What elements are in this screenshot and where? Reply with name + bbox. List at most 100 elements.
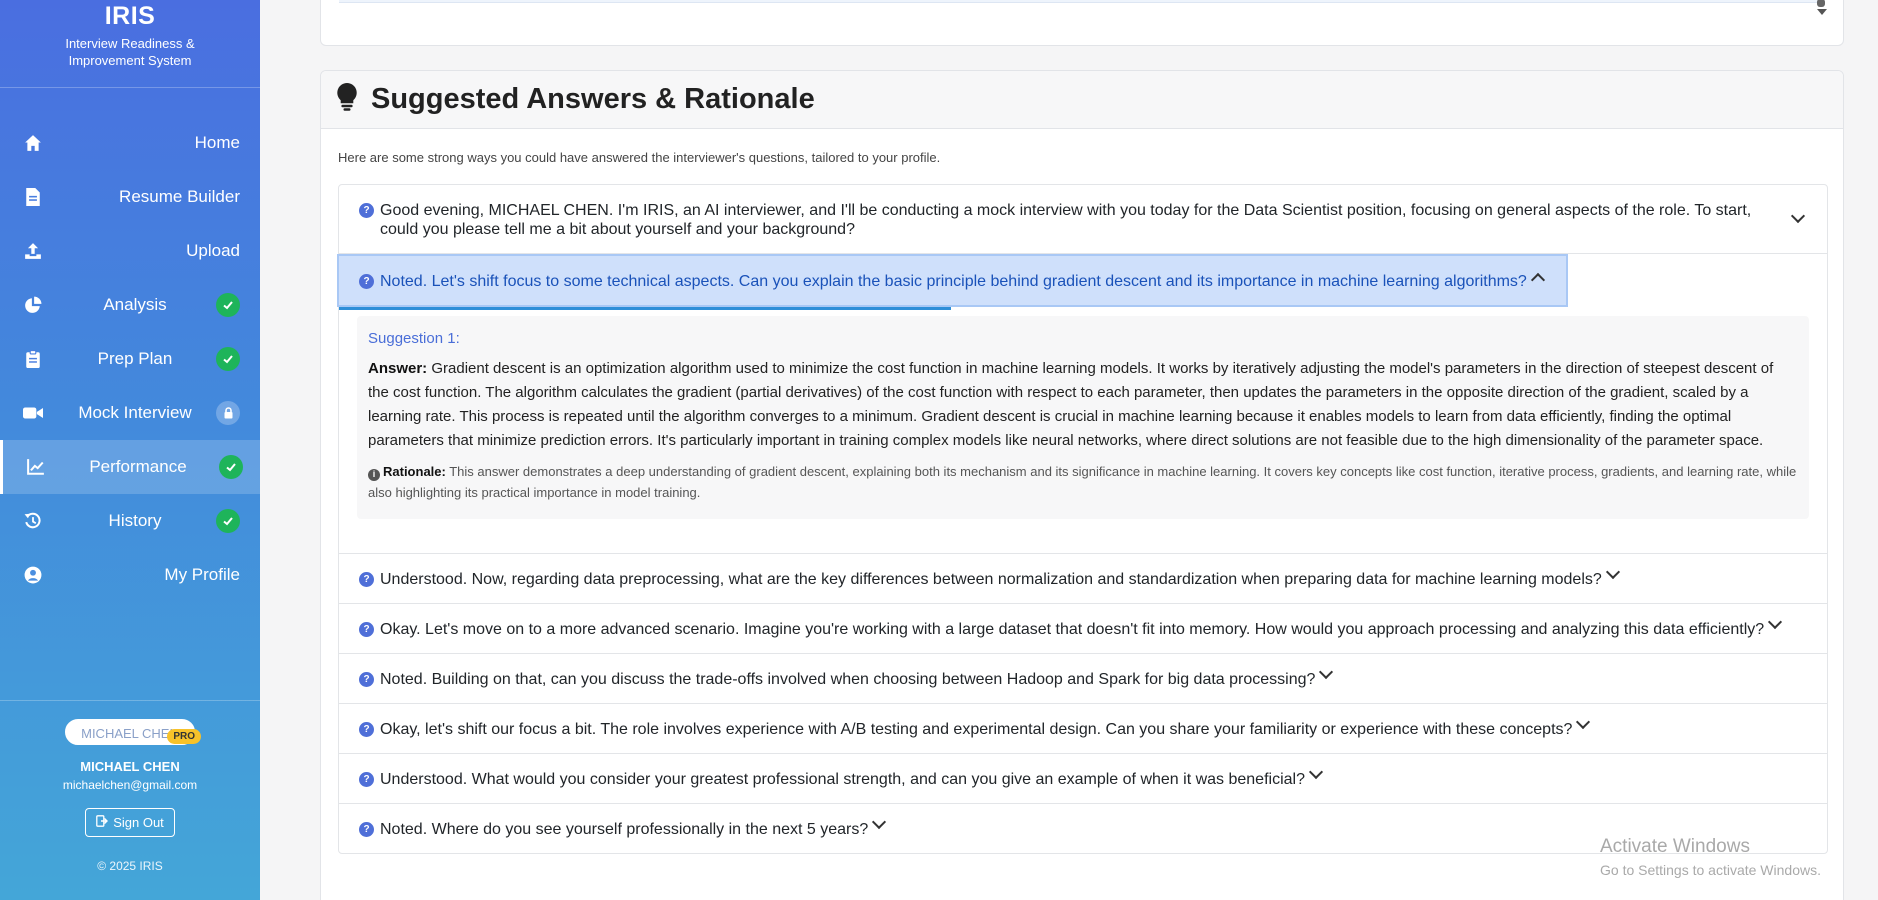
question-text: Good evening, MICHAEL CHEN. I'm IRIS, an… (380, 202, 1752, 238)
suggestion-title: Suggestion 1: (368, 330, 460, 347)
chevron-down-icon[interactable] (1308, 764, 1324, 780)
sidebar-item-home[interactable]: Home (0, 116, 260, 170)
accordion-item[interactable]: ? Noted. Building on that, can you discu… (339, 654, 1827, 704)
user-name: MICHAEL CHEN (80, 759, 180, 774)
question-text: Okay, let's shift our focus a bit. The r… (380, 721, 1573, 738)
accordion-item[interactable]: ? Understood. What would you consider yo… (339, 754, 1827, 804)
windows-activation-watermark: Activate Windows Go to Settings to activ… (1600, 836, 1821, 878)
question-text: Understood. What would you consider your… (380, 771, 1305, 788)
accordion-header[interactable]: ? Good evening, MICHAEL CHEN. I'm IRIS, … (339, 185, 1827, 253)
user-circle-icon (22, 564, 44, 586)
chart-line-icon (25, 456, 47, 478)
accordion-header[interactable]: ? Understood. What would you consider yo… (339, 754, 1827, 803)
check-icon (216, 293, 240, 317)
accordion-item-open[interactable]: ? Noted. Let's shift focus to some techn… (337, 254, 1827, 554)
chevron-down-icon[interactable] (1576, 714, 1591, 730)
history-icon (22, 510, 44, 532)
rationale-label: Rationale: (383, 464, 446, 479)
video-icon (22, 402, 44, 424)
suggested-answers-card: Suggested Answers & Rationale Here are s… (320, 70, 1844, 900)
accordion-header[interactable]: ? Okay, let's shift our focus a bit. The… (339, 704, 1827, 753)
accordion-item[interactable]: ? Good evening, MICHAEL CHEN. I'm IRIS, … (339, 185, 1827, 254)
user-email: michaelchen@gmail.com (62, 778, 198, 792)
accordion-body: Suggestion 1: Answer: Gradient descent i… (339, 310, 1827, 553)
chevron-down-icon[interactable] (872, 814, 887, 830)
sidebar-item-prep-plan[interactable]: Prep Plan (0, 332, 260, 386)
question-icon: ? (359, 772, 374, 787)
card-header: Suggested Answers & Rationale (321, 71, 1843, 129)
scroll-down-icon[interactable] (1817, 9, 1827, 15)
watermark-title: Activate Windows (1600, 836, 1750, 857)
info-icon: i (368, 468, 380, 481)
accordion-header[interactable]: ? Okay. Let's move on to a more advanced… (339, 604, 1827, 653)
card-title: Suggested Answers & Rationale (371, 83, 815, 115)
brand-subtitle: Interview Readiness & Improvement System (65, 36, 195, 68)
sidebar: IRIS Interview Readiness & Improvement S… (0, 0, 260, 900)
rationale-paragraph: i Rationale: This answer demonstrates a d… (368, 461, 1798, 503)
sidebar-item-label: My Profile (164, 565, 240, 584)
avatar-wrap: MICHAEL CHEN PRO (65, 719, 201, 747)
question-icon: ? (359, 203, 374, 218)
home-icon (22, 132, 44, 154)
sidebar-item-label: Upload (186, 241, 240, 260)
lock-icon (216, 401, 240, 425)
brand-title[interactable]: IRIS (0, 2, 260, 31)
chevron-down-icon[interactable] (1319, 664, 1334, 680)
sidebar-item-upload[interactable]: Upload (0, 224, 260, 278)
question-icon: ? (359, 622, 374, 637)
sidebar-item-label: Analysis (103, 295, 167, 314)
suggestion-box: Suggestion 1: Answer: Gradient descent i… (357, 316, 1809, 519)
chevron-down-icon[interactable] (1768, 614, 1783, 630)
user-panel: MICHAEL CHEN PRO MICHAEL CHEN michaelche… (0, 700, 260, 900)
question-text: Noted. Where do you see yourself profess… (380, 821, 869, 838)
transcript-box[interactable] (339, 0, 1819, 3)
accordion-header-active[interactable]: ? Noted. Let's shift focus to some techn… (337, 254, 1568, 307)
sidebar-item-label: Performance (89, 457, 187, 476)
question-icon: ? (359, 572, 374, 587)
accordion-item[interactable]: ? Okay. Let's move on to a more advanced… (339, 604, 1827, 654)
sidebar-item-history[interactable]: History (0, 494, 260, 548)
check-icon (216, 347, 240, 371)
lightbulb-icon (337, 83, 357, 116)
sidebar-item-label: Mock Interview (78, 403, 192, 422)
chevron-down-icon[interactable] (1790, 208, 1806, 224)
scrollbar-thumb[interactable] (1817, 0, 1825, 7)
sidebar-item-label: Home (194, 133, 240, 152)
sign-out-label: Sign Out (113, 815, 164, 830)
sidebar-item-analysis[interactable]: Analysis (0, 278, 260, 332)
rationale-text: This answer demonstrates a deep understa… (368, 464, 1797, 500)
pro-badge: PRO (167, 729, 201, 744)
chevron-up-icon[interactable] (1530, 272, 1545, 288)
question-icon: ? (359, 672, 374, 687)
accordion-item[interactable]: ? Okay, let's shift our focus a bit. The… (339, 704, 1827, 754)
sign-out-icon (96, 815, 109, 830)
brand: IRIS Interview Readiness & Improvement S… (0, 0, 260, 88)
chevron-down-icon[interactable] (1605, 564, 1620, 580)
accordion-header[interactable]: ? Noted. Building on that, can you discu… (339, 654, 1827, 703)
answer-label: Answer: (368, 360, 428, 377)
questions-accordion: ? Good evening, MICHAEL CHEN. I'm IRIS, … (337, 184, 1828, 854)
upload-icon (22, 240, 44, 262)
sidebar-item-my-profile[interactable]: My Profile (0, 548, 260, 602)
sign-out-button[interactable]: Sign Out (85, 808, 175, 837)
accordion-item[interactable]: ? Understood. Now, regarding data prepro… (339, 554, 1827, 604)
sidebar-item-performance[interactable]: Performance (0, 440, 260, 494)
sidebar-item-resume-builder[interactable]: Resume Builder (0, 170, 260, 224)
answer-text: Gradient descent is an optimization algo… (368, 360, 1774, 449)
sidebar-item-label: History (108, 511, 162, 530)
pie-chart-icon (22, 294, 44, 316)
check-icon (219, 455, 243, 479)
transcript-card (320, 0, 1844, 46)
question-icon: ? (359, 274, 374, 289)
question-icon: ? (359, 722, 374, 737)
accordion-header[interactable]: ? Understood. Now, regarding data prepro… (339, 554, 1827, 603)
question-text: Okay. Let's move on to a more advanced s… (380, 621, 1765, 638)
question-text: Noted. Building on that, can you discuss… (380, 671, 1316, 688)
clipboard-icon (22, 348, 44, 370)
copyright: © 2025 IRIS (97, 859, 163, 873)
question-icon: ? (359, 822, 374, 837)
sidebar-item-label: Resume Builder (119, 187, 240, 206)
watermark-subtitle: Go to Settings to activate Windows. (1600, 862, 1821, 878)
sidebar-nav: Home Resume Builder Upload Analysis Prep… (0, 116, 260, 602)
sidebar-item-mock-interview[interactable]: Mock Interview (0, 386, 260, 440)
